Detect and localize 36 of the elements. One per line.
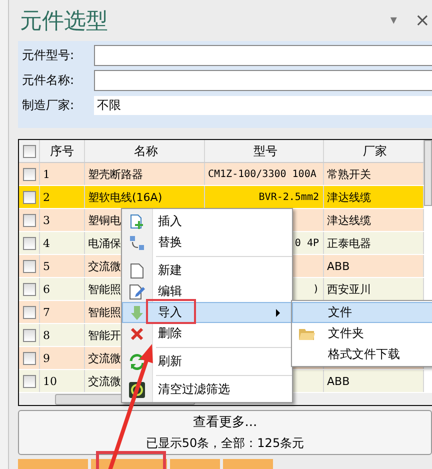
table-cell: ABB bbox=[327, 260, 350, 273]
table-cell: 常熟开关 bbox=[327, 166, 371, 182]
table-cell: 交流微 bbox=[88, 258, 121, 274]
table-cell: 10 bbox=[43, 374, 57, 388]
table-cell: 交流微 bbox=[88, 374, 121, 389]
table-cell: 9 bbox=[43, 352, 50, 365]
table-cell: ABB bbox=[327, 374, 350, 388]
table-cell: 塑铜电 bbox=[88, 212, 121, 228]
table-cell: 2 bbox=[43, 190, 50, 204]
table-cell: 津达线缆 bbox=[327, 190, 371, 205]
table-cell: 交流微 bbox=[88, 350, 121, 366]
table-cell: 西安亚川 bbox=[327, 282, 371, 297]
panel-title: 元件选型 bbox=[20, 8, 109, 36]
table-cell: BVR-2.5mm2 bbox=[258, 192, 319, 203]
field-label: 制造厂家: bbox=[22, 97, 76, 114]
table-cell: 智能开 bbox=[88, 328, 121, 343]
table-cell: 8 bbox=[43, 328, 50, 342]
table-cell: 0 4P bbox=[294, 238, 319, 249]
table-cell: 4 bbox=[43, 236, 50, 250]
table-cell: 智能照 bbox=[88, 282, 121, 297]
table-cell: 7 bbox=[43, 306, 50, 319]
table-cell: 1 bbox=[43, 168, 50, 181]
table-cell: 塑壳断路器 bbox=[88, 166, 143, 182]
field-label: 元件型号: bbox=[22, 47, 76, 64]
table-cell: ) bbox=[312, 284, 319, 295]
field-label: 元件名称: bbox=[22, 72, 76, 90]
table-cell: 塑软电线(16A) bbox=[88, 190, 162, 205]
table-cell: 津达线缆 bbox=[327, 212, 371, 228]
table-cell: 3 bbox=[43, 214, 50, 227]
table-cell: 智能照 bbox=[88, 304, 121, 320]
summary-text: 已显示50条，全部：125条元 bbox=[146, 434, 304, 452]
table-cell: 6 bbox=[43, 282, 50, 296]
table-cell: 5 bbox=[43, 260, 50, 273]
table-cell: 正泰电器 bbox=[327, 236, 371, 251]
table-cell: CM1Z-100/3300 100A bbox=[208, 168, 316, 180]
table-cell: 电涌保 bbox=[88, 236, 121, 251]
